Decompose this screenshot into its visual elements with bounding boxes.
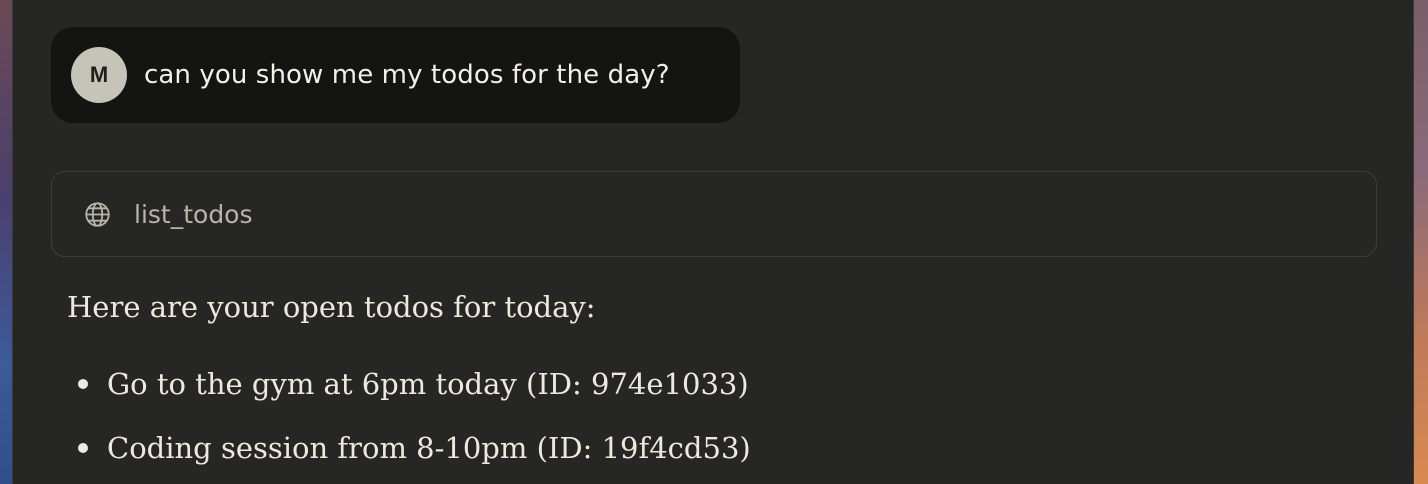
- todo-item-text: Go to the gym at 6pm today (ID: 974e1033…: [107, 367, 749, 401]
- user-message: M can you show me my todos for the day?: [51, 27, 740, 123]
- bullet-icon: [78, 443, 88, 453]
- desktop-wallpaper-left: [0, 0, 12, 484]
- tool-call-list-todos[interactable]: list_todos: [51, 171, 1377, 257]
- todo-list: Go to the gym at 6pm today (ID: 974e1033…: [67, 352, 1367, 480]
- assistant-intro-text: Here are your open todos for today:: [67, 290, 596, 324]
- chat-window: M can you show me my todos for the day? …: [12, 0, 1414, 484]
- user-avatar: M: [71, 47, 127, 103]
- bullet-icon: [78, 379, 88, 389]
- todo-item-text: Coding session from 8-10pm (ID: 19f4cd53…: [107, 431, 751, 465]
- assistant-message: Here are your open todos for today: Go t…: [67, 282, 1367, 480]
- globe-icon: [83, 200, 111, 228]
- tool-call-name: list_todos: [134, 199, 253, 229]
- user-message-text: can you show me my todos for the day?: [144, 60, 670, 90]
- desktop-wallpaper-right: [1414, 0, 1428, 484]
- todo-item: Go to the gym at 6pm today (ID: 974e1033…: [67, 352, 1367, 416]
- todo-item: Coding session from 8-10pm (ID: 19f4cd53…: [67, 416, 1367, 480]
